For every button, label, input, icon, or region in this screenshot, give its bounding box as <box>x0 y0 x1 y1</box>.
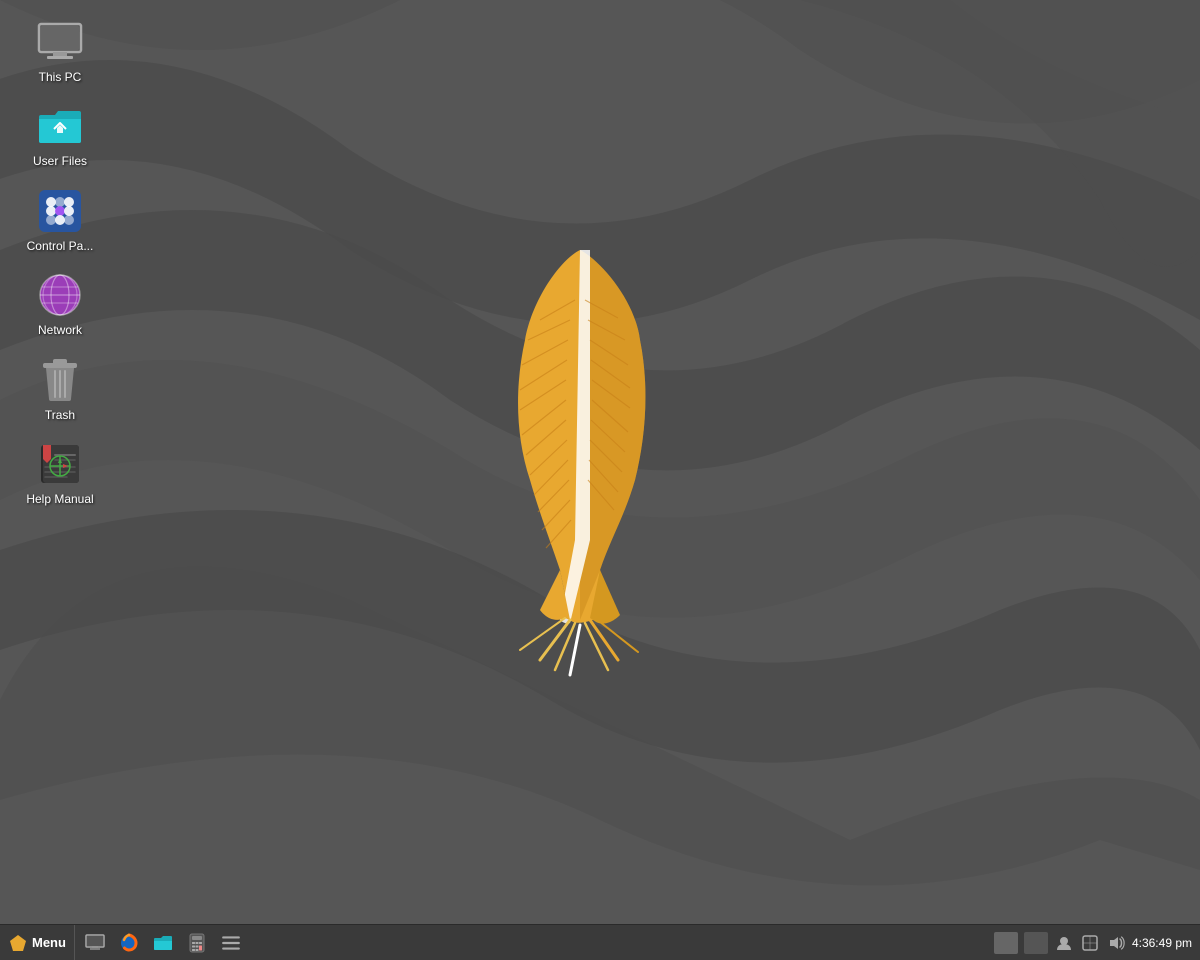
taskbar-app-calculator[interactable] <box>181 928 213 958</box>
taskbar-monitor-icon <box>85 933 105 953</box>
control-panel-label: Control Pa... <box>27 239 94 253</box>
desktop-icon-user-files[interactable]: User Files <box>5 94 115 176</box>
help-manual-label: Help Manual <box>26 492 93 506</box>
taskbar-app-files[interactable] <box>147 928 179 958</box>
taskbar-tray: 4:36:49 pm <box>986 925 1200 960</box>
user-files-label: User Files <box>33 154 87 168</box>
start-menu-button[interactable]: Menu <box>0 925 75 960</box>
tray-network-icon[interactable] <box>1080 933 1100 953</box>
tray-user-icon[interactable] <box>1054 933 1074 953</box>
this-pc-icon <box>36 18 84 66</box>
taskbar-app-more[interactable] <box>215 928 247 958</box>
taskbar-calculator-icon <box>187 933 207 953</box>
taskbar-apps <box>75 925 986 960</box>
start-label: Menu <box>32 935 66 950</box>
tray-network-svg <box>1081 934 1099 952</box>
help-manual-icon <box>36 440 84 488</box>
taskbar-files-icon <box>153 933 173 953</box>
desktop-icon-trash[interactable]: Trash <box>5 348 115 430</box>
taskbar-app-monitor[interactable] <box>79 928 111 958</box>
network-icon <box>36 271 84 319</box>
clock-time: 4:36:49 pm <box>1132 936 1192 950</box>
tray-user-svg <box>1055 934 1073 952</box>
tray-volume-svg <box>1107 934 1125 952</box>
taskbar-indicator-2[interactable] <box>1024 932 1048 954</box>
taskbar-app-firefox[interactable] <box>113 928 145 958</box>
desktop-icon-help-manual[interactable]: Help Manual <box>5 432 115 514</box>
desktop-icon-this-pc[interactable]: This PC <box>5 10 115 92</box>
taskbar-indicator-1[interactable] <box>994 932 1018 954</box>
desktop-background <box>0 0 1200 960</box>
start-icon <box>8 933 28 953</box>
control-panel-icon <box>36 187 84 235</box>
trash-label: Trash <box>45 408 75 422</box>
desktop-icons-container: This PC User Files <box>0 10 120 516</box>
tray-volume-icon[interactable] <box>1106 933 1126 953</box>
network-label: Network <box>38 323 82 337</box>
taskbar-firefox-icon <box>119 933 139 953</box>
desktop-icon-network[interactable]: Network <box>5 263 115 345</box>
this-pc-label: This PC <box>39 70 82 84</box>
user-files-icon <box>36 102 84 150</box>
taskbar: Menu <box>0 924 1200 960</box>
trash-icon <box>36 356 84 404</box>
taskbar-clock[interactable]: 4:36:49 pm <box>1132 936 1192 950</box>
desktop-icon-control-panel[interactable]: Control Pa... <box>5 179 115 261</box>
taskbar-more-icon <box>221 933 241 953</box>
desktop: This PC User Files <box>0 0 1200 960</box>
